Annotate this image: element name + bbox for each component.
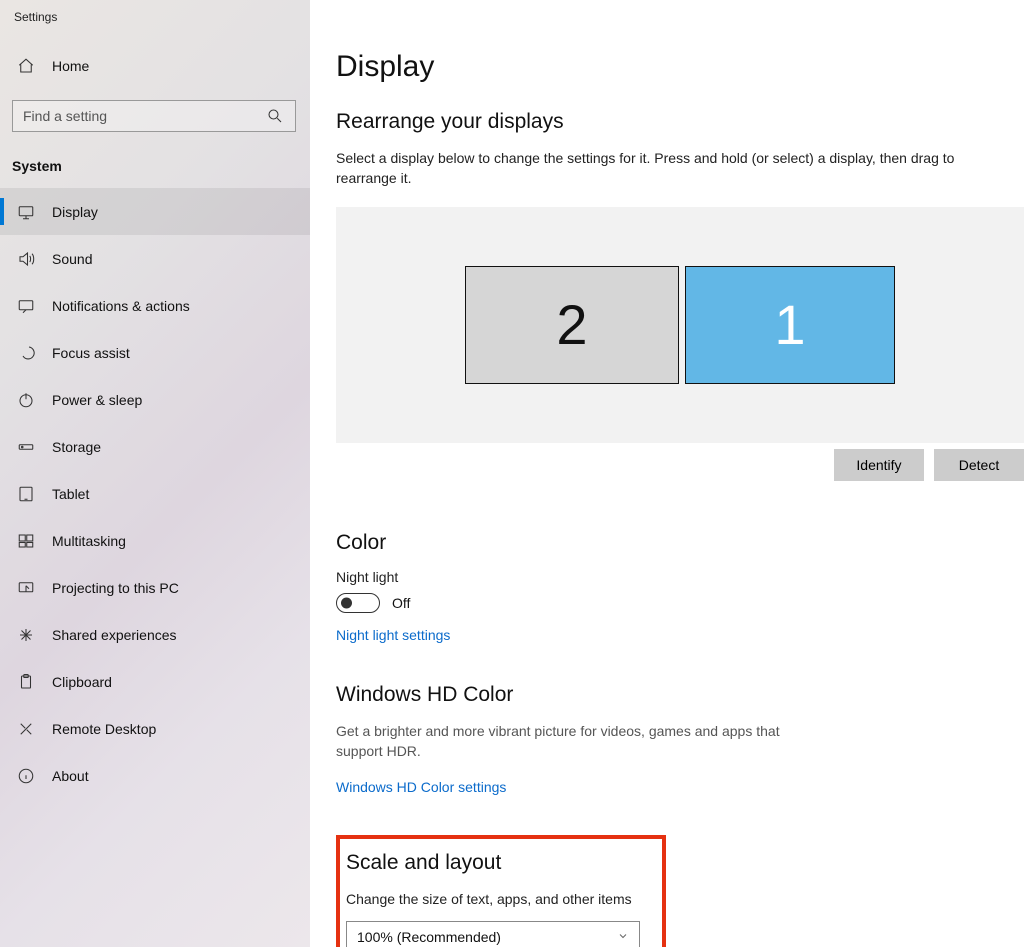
- night-light-toggle[interactable]: [336, 593, 380, 613]
- sidebar-item-projecting[interactable]: Projecting to this PC: [0, 564, 310, 611]
- heading-hd-color: Windows HD Color: [336, 683, 1024, 707]
- home-label: Home: [52, 58, 89, 74]
- sidebar-item-display[interactable]: Display: [0, 188, 310, 235]
- tablet-icon: [16, 484, 36, 504]
- sidebar-item-notifications[interactable]: Notifications & actions: [0, 282, 310, 329]
- sidebar-item-home[interactable]: Home: [0, 44, 310, 88]
- night-light-toggle-row: Off: [336, 593, 1024, 613]
- search-container: [0, 88, 310, 144]
- search-input[interactable]: [23, 108, 265, 124]
- sidebar-item-multitasking[interactable]: Multitasking: [0, 517, 310, 564]
- sidebar-item-about[interactable]: About: [0, 752, 310, 799]
- sidebar-item-label: Focus assist: [52, 345, 130, 361]
- rearrange-description: Select a display below to change the set…: [336, 148, 1016, 189]
- sidebar-item-label: Storage: [52, 439, 101, 455]
- remote-icon: [16, 719, 36, 739]
- projecting-icon: [16, 578, 36, 598]
- clipboard-icon: [16, 672, 36, 692]
- sidebar-item-storage[interactable]: Storage: [0, 423, 310, 470]
- sidebar-item-remote[interactable]: Remote Desktop: [0, 705, 310, 752]
- section-color: Color Night light Off Night light settin…: [336, 531, 1024, 643]
- heading-rearrange: Rearrange your displays: [336, 110, 1024, 134]
- sound-icon: [16, 249, 36, 269]
- scale-dropdown[interactable]: 100% (Recommended): [346, 921, 640, 947]
- heading-scale-layout: Scale and layout: [346, 851, 648, 875]
- night-light-state: Off: [392, 595, 410, 611]
- sidebar-item-label: Notifications & actions: [52, 298, 190, 314]
- sidebar-item-power[interactable]: Power & sleep: [0, 376, 310, 423]
- page-title: Display: [336, 50, 1024, 84]
- shared-icon: [16, 625, 36, 645]
- section-header-system: System: [0, 144, 310, 188]
- hd-color-settings-link[interactable]: Windows HD Color settings: [336, 779, 506, 795]
- sidebar: Settings Home System Display Sound Notif…: [0, 0, 310, 947]
- display-buttons-row: Identify Detect: [336, 443, 1024, 481]
- display-icon: [16, 202, 36, 222]
- sidebar-item-label: Power & sleep: [52, 392, 142, 408]
- sidebar-item-shared[interactable]: Shared experiences: [0, 611, 310, 658]
- display-tile-2[interactable]: 2: [465, 266, 679, 384]
- sidebar-item-label: Tablet: [52, 486, 89, 502]
- display-tile-1[interactable]: 1: [685, 266, 895, 384]
- heading-color: Color: [336, 531, 1024, 555]
- sidebar-item-label: Multitasking: [52, 533, 126, 549]
- sidebar-item-label: Sound: [52, 251, 92, 267]
- about-icon: [16, 766, 36, 786]
- storage-icon: [16, 437, 36, 457]
- scale-layout-highlight: Scale and layout Change the size of text…: [336, 835, 666, 947]
- scale-dropdown-value: 100% (Recommended): [357, 929, 501, 945]
- notifications-icon: [16, 296, 36, 316]
- detect-button[interactable]: Detect: [934, 449, 1024, 481]
- search-box[interactable]: [12, 100, 296, 132]
- section-hd-color: Windows HD Color Get a brighter and more…: [336, 683, 1024, 796]
- sidebar-item-sound[interactable]: Sound: [0, 235, 310, 282]
- sidebar-item-label: Projecting to this PC: [52, 580, 179, 596]
- scale-label: Change the size of text, apps, and other…: [346, 891, 648, 907]
- sidebar-item-label: Clipboard: [52, 674, 112, 690]
- night-light-label: Night light: [336, 569, 1024, 585]
- display-arrangement-canvas[interactable]: 2 1: [336, 207, 1024, 443]
- search-icon: [265, 106, 285, 126]
- sidebar-item-label: Shared experiences: [52, 627, 177, 643]
- sidebar-item-label: Display: [52, 204, 98, 220]
- chevron-down-icon: [617, 929, 629, 945]
- nav-list: Display Sound Notifications & actions Fo…: [0, 188, 310, 799]
- power-icon: [16, 390, 36, 410]
- sidebar-item-label: About: [52, 768, 89, 784]
- home-icon: [16, 56, 36, 76]
- app-title: Settings: [0, 6, 310, 44]
- sidebar-item-tablet[interactable]: Tablet: [0, 470, 310, 517]
- hd-color-description: Get a brighter and more vibrant picture …: [336, 721, 796, 762]
- sidebar-item-focus-assist[interactable]: Focus assist: [0, 329, 310, 376]
- night-light-settings-link[interactable]: Night light settings: [336, 627, 450, 643]
- main-content: Display Rearrange your displays Select a…: [310, 0, 1024, 947]
- identify-button[interactable]: Identify: [834, 449, 924, 481]
- multitasking-icon: [16, 531, 36, 551]
- sidebar-item-clipboard[interactable]: Clipboard: [0, 658, 310, 705]
- focus-icon: [16, 343, 36, 363]
- sidebar-item-label: Remote Desktop: [52, 721, 156, 737]
